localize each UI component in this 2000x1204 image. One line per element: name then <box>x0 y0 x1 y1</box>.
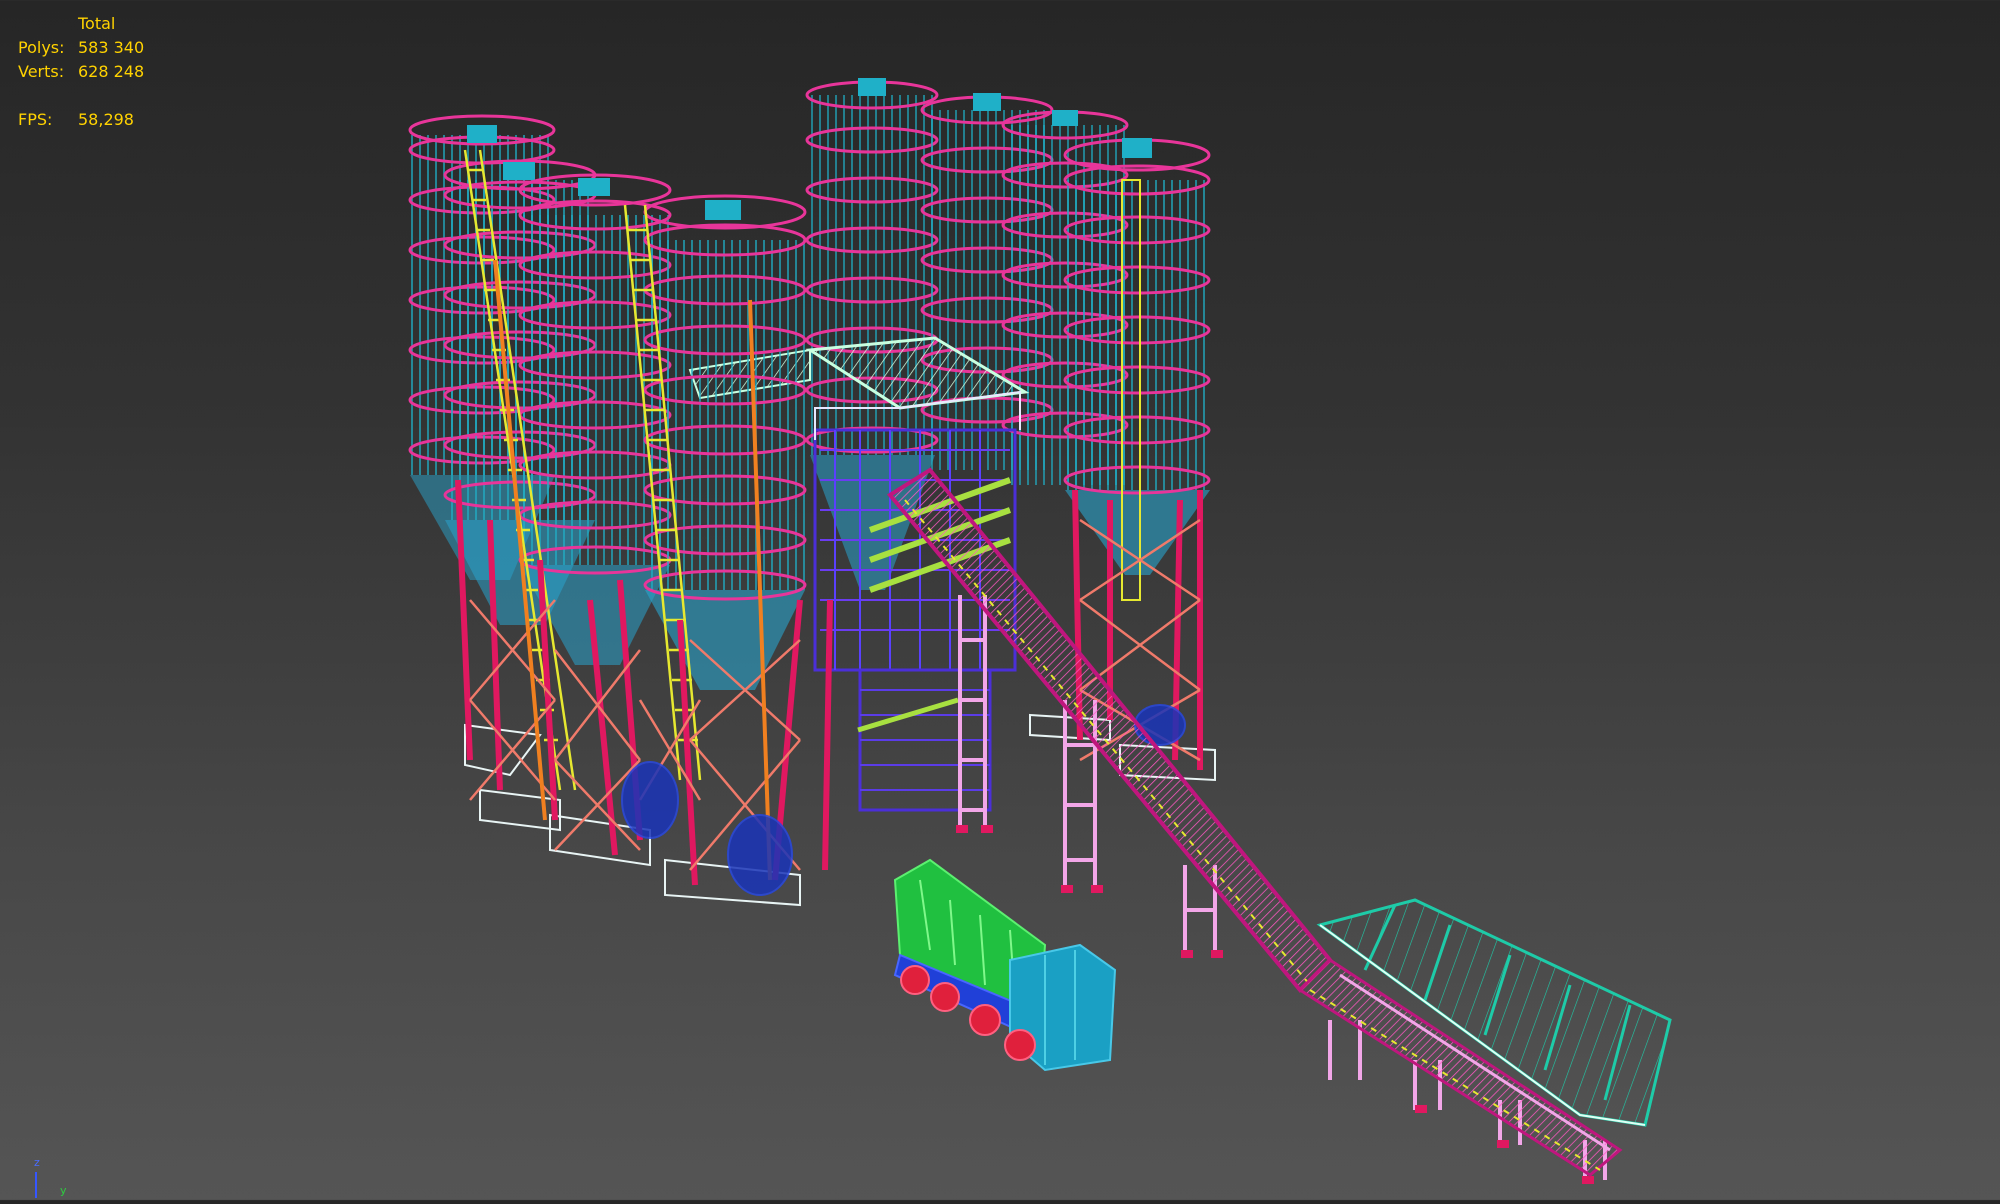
wireframe-scene <box>408 78 1672 1184</box>
fps-value: 58,298 <box>78 110 134 129</box>
axis-z-label: z <box>34 1156 40 1169</box>
mixer-truck <box>893 858 1117 1072</box>
axis-y-label: y <box>60 1184 67 1197</box>
viewport[interactable]: Total Polys: 583 340 Verts: 628 248 FPS:… <box>0 0 2000 1200</box>
polys-label: Polys: <box>18 38 65 57</box>
stats-header: Total <box>78 14 116 33</box>
verts-label: Verts: <box>18 62 65 81</box>
axis-z-line <box>35 1172 37 1198</box>
rear-silo-group <box>805 78 1211 601</box>
fps-label: FPS: <box>18 110 53 129</box>
front-silo-group <box>408 114 807 690</box>
inclined-conveyor <box>887 467 1623 1177</box>
verts-value: 628 248 <box>78 62 145 81</box>
axis-gizmo-icon: z y <box>20 1152 80 1198</box>
silo-rear-4 <box>1063 138 1211 601</box>
polys-value: 583 340 <box>78 38 145 57</box>
viewport-statistics: Total Polys: 583 340 Verts: 628 248 FPS:… <box>18 12 144 132</box>
